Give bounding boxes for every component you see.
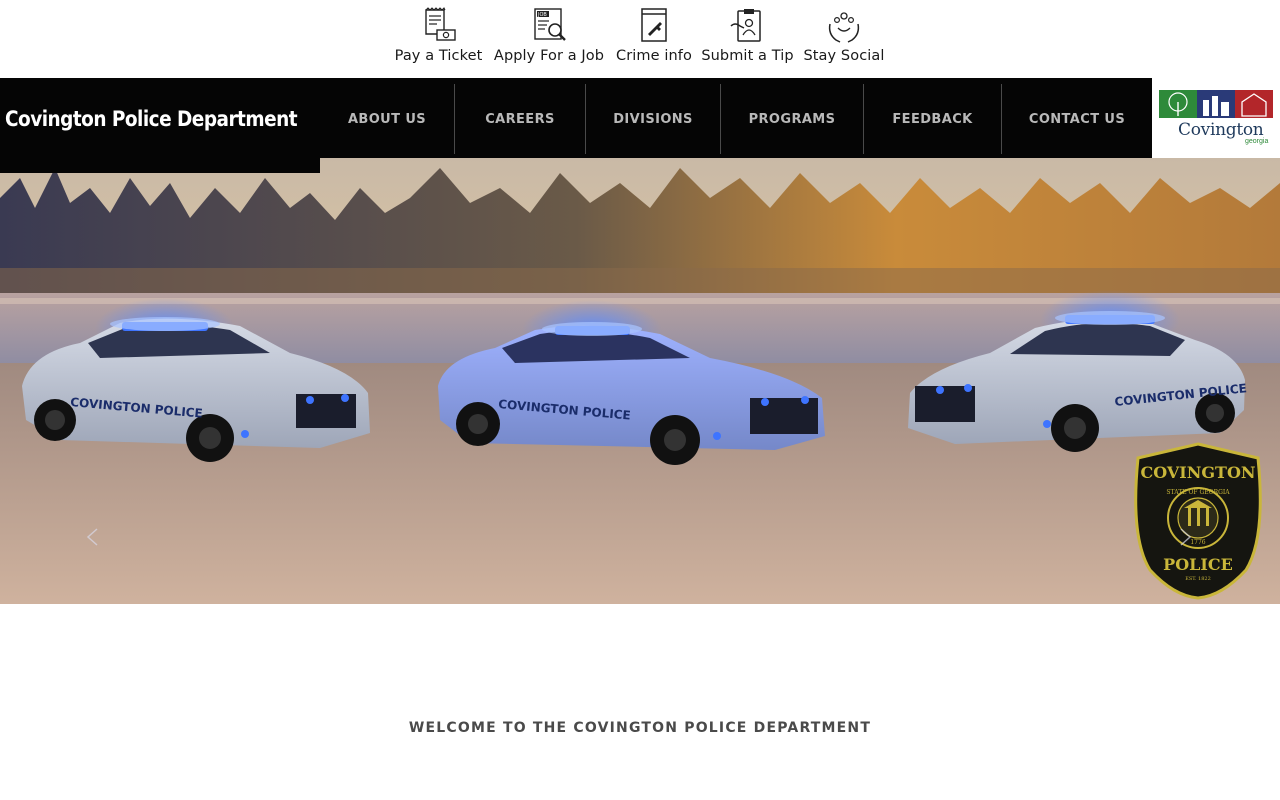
quick-link-label: Submit a Tip (701, 48, 794, 64)
nav-about-us[interactable]: ABOUT US (320, 84, 455, 154)
quick-link-label: Pay a Ticket (394, 48, 483, 64)
nav-programs[interactable]: PROGRAMS (721, 84, 864, 154)
nav-feedback[interactable]: FEEDBACK (864, 84, 1002, 154)
job-search-icon: JOB (534, 8, 566, 41)
nav-divisions[interactable]: DIVISIONS (586, 84, 721, 154)
ticket-cash-icon (424, 7, 456, 41)
quick-link-submit-tip[interactable]: Submit a Tip (701, 6, 794, 64)
clipboard-tip-icon (729, 9, 761, 42)
evidence-bag-icon (641, 8, 667, 42)
patch-ring-text: STATE OF GEORGIA (1166, 489, 1230, 496)
police-patch-emblem: COVINGTON POLICE STATE OF GEORGIA 1776 E… (1134, 442, 1262, 600)
patch-est-text: EST. 1822 (1185, 576, 1211, 582)
quick-link-crime-info[interactable]: Crime info (616, 6, 692, 64)
main-nav: ABOUT US CAREERS DIVISIONS PROGRAMS FEED… (320, 84, 1152, 154)
quick-links-bar: Pay a Ticket JOB Apply For a Job Crime i… (0, 0, 1280, 78)
quick-link-pay-ticket[interactable]: Pay a Ticket (394, 6, 483, 64)
brand-title: Covington Police Department (5, 106, 298, 131)
brand-home-link[interactable]: COVINGTON POLICE Covington Police Depart… (0, 78, 320, 173)
quick-link-label: Crime info (616, 48, 692, 64)
hero-slider: COVINGTON POLICE COVINGTON POLICE COVING… (0, 158, 1280, 604)
nav-careers[interactable]: CAREERS (455, 84, 586, 154)
social-hands-icon (828, 12, 860, 43)
quick-link-label: Stay Social (803, 48, 885, 64)
slider-prev-arrow-icon[interactable] (82, 526, 104, 548)
patch-top-text: COVINGTON (1140, 463, 1255, 482)
city-logo-name: Covington (1178, 120, 1264, 140)
hero-police-cars-image: COVINGTON POLICE COVINGTON POLICE COVING… (0, 158, 1280, 604)
quick-link-apply-job[interactable]: JOB Apply For a Job (494, 6, 604, 64)
city-logo-subtitle: georgia (1245, 138, 1269, 145)
welcome-heading: WELCOME TO THE COVINGTON POLICE DEPARTME… (408, 720, 872, 736)
slider-next-arrow-icon[interactable] (1174, 526, 1196, 548)
quick-link-label: Apply For a Job (493, 48, 605, 64)
quick-link-stay-social[interactable]: Stay Social (803, 6, 885, 64)
nav-contact-us[interactable]: CONTACT US (1002, 84, 1152, 154)
city-of-covington-logo[interactable]: Covington georgia (1152, 78, 1280, 158)
svg-text:JOB: JOB (537, 12, 547, 18)
patch-bottom-text: POLICE (1163, 555, 1233, 574)
